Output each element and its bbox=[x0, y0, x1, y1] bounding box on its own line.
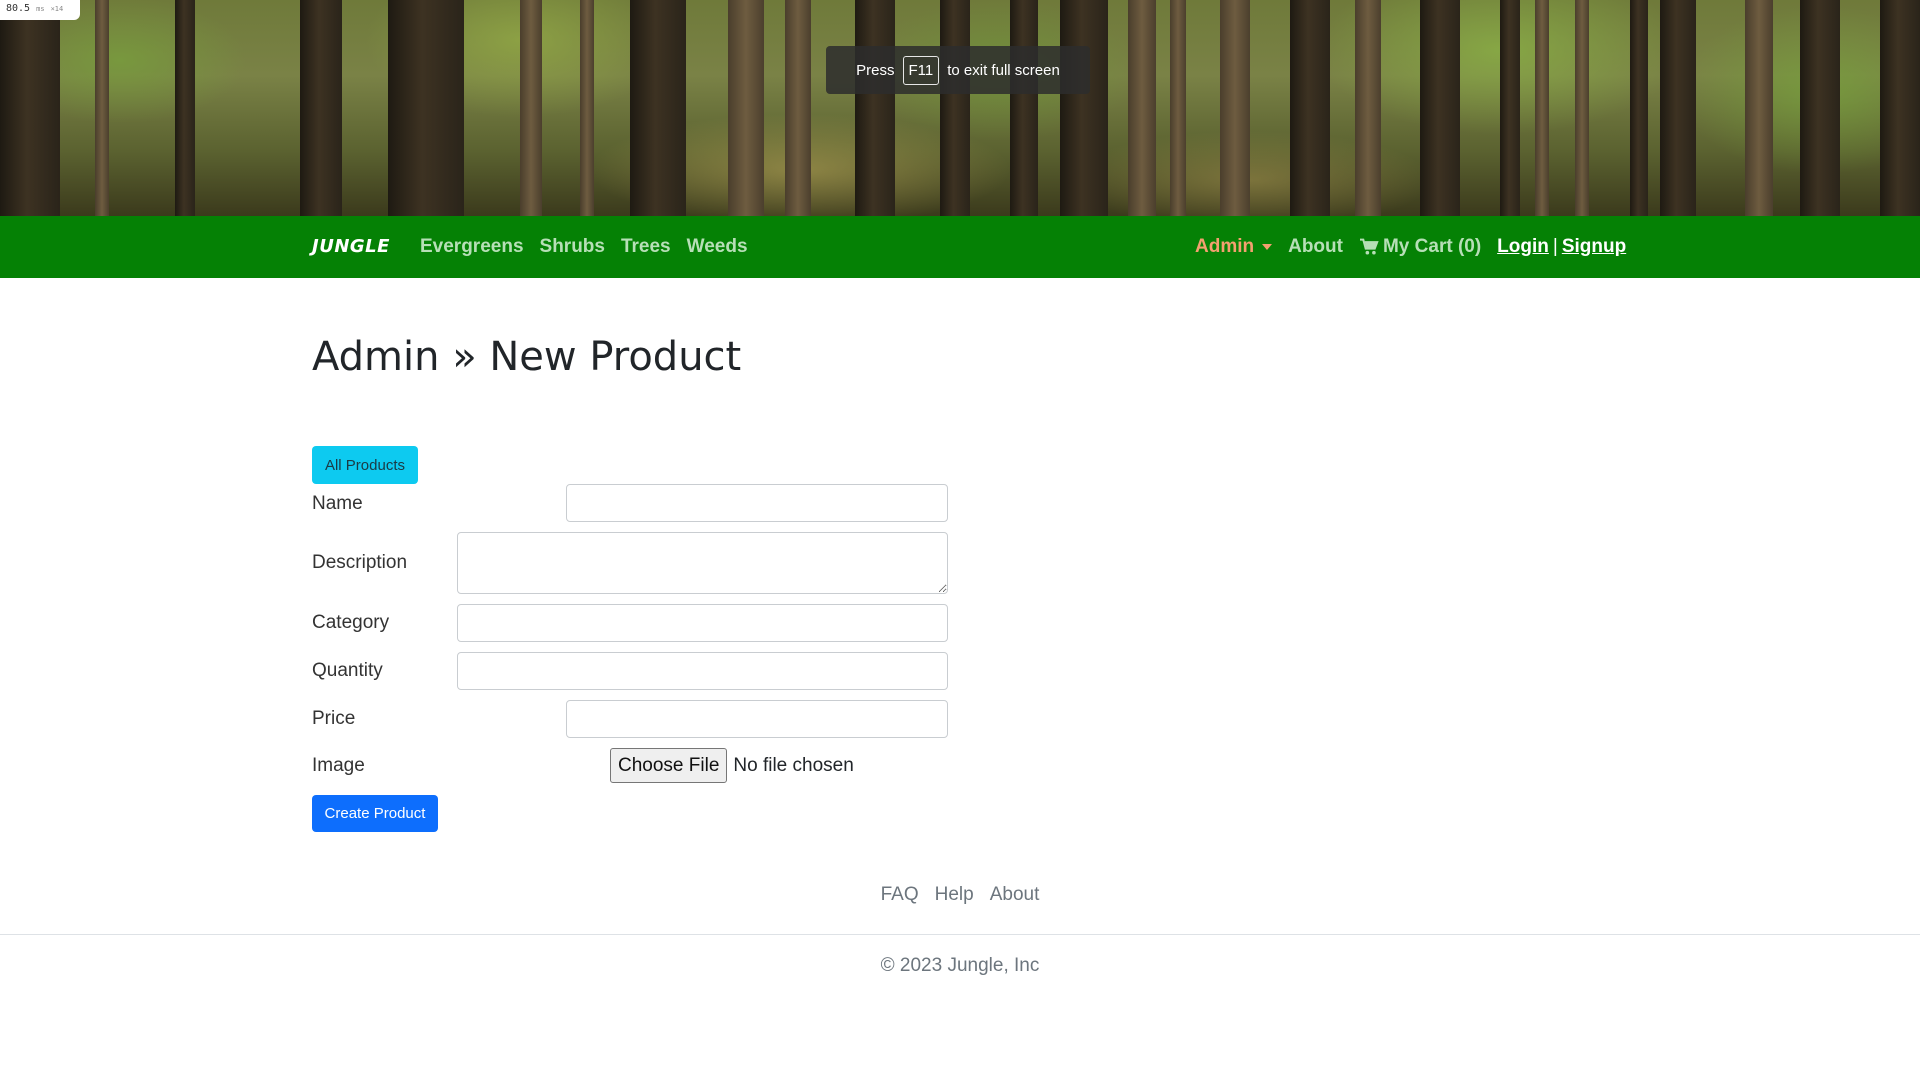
price-label: Price bbox=[312, 708, 356, 729]
timing-value: 80.5 bbox=[6, 3, 31, 14]
quantity-field[interactable] bbox=[457, 652, 948, 690]
fullscreen-press-text: Press bbox=[856, 61, 895, 79]
user-nav: Admin About My Cart (0) Login | Signup bbox=[1195, 236, 1626, 258]
shopping-cart-icon bbox=[1359, 238, 1379, 255]
login-link[interactable]: Login bbox=[1497, 236, 1549, 258]
auth-separator: | bbox=[1552, 236, 1558, 257]
fullscreen-notice: Press F11 to exit full screen bbox=[826, 46, 1090, 94]
all-products-button[interactable]: All Products bbox=[312, 446, 418, 484]
fullscreen-rest-text: to exit full screen bbox=[947, 61, 1060, 79]
footer-link-faq[interactable]: FAQ bbox=[881, 884, 919, 906]
nav-link-trees[interactable]: Trees bbox=[621, 236, 671, 258]
footer-link-about[interactable]: About bbox=[990, 884, 1040, 906]
nav-link-weeds[interactable]: Weeds bbox=[687, 236, 748, 258]
timing-unit: ms bbox=[36, 5, 45, 13]
nav-link-about[interactable]: About bbox=[1288, 236, 1343, 258]
image-label: Image bbox=[312, 755, 365, 776]
category-field[interactable] bbox=[457, 604, 948, 642]
image-file-input: Choose File No file chosen bbox=[610, 748, 854, 783]
admin-label: Admin bbox=[1195, 236, 1255, 257]
choose-file-button[interactable]: Choose File bbox=[610, 748, 728, 783]
page-title: Admin » New Product bbox=[312, 334, 742, 380]
create-product-button[interactable]: Create Product bbox=[312, 795, 438, 832]
hero-banner: Press F11 to exit full screen bbox=[0, 0, 1920, 216]
name-label: Name bbox=[312, 493, 363, 514]
description-field[interactable] bbox=[457, 532, 948, 594]
f11-key: F11 bbox=[902, 55, 940, 85]
category-nav: Evergreens Shrubs Trees Weeds bbox=[420, 236, 748, 258]
footer-link-help[interactable]: Help bbox=[935, 884, 974, 906]
admin-dropdown[interactable]: Admin bbox=[1195, 236, 1273, 258]
nav-link-shrubs[interactable]: Shrubs bbox=[540, 236, 605, 258]
main-navbar: JUNGLE Evergreens Shrubs Trees Weeds Adm… bbox=[0, 216, 1920, 278]
caret-down-icon bbox=[1262, 244, 1273, 250]
nav-link-evergreens[interactable]: Evergreens bbox=[420, 236, 524, 258]
footer-links: FAQ Help About bbox=[0, 884, 1920, 906]
price-field[interactable] bbox=[566, 700, 948, 738]
signup-link[interactable]: Signup bbox=[1562, 236, 1626, 258]
timing-count: ×14 bbox=[50, 5, 64, 13]
brand-logo[interactable]: JUNGLE bbox=[312, 236, 390, 257]
quantity-label: Quantity bbox=[312, 660, 383, 681]
name-field[interactable] bbox=[566, 484, 948, 522]
footer-divider bbox=[0, 934, 1920, 935]
copyright-text: © 2023 Jungle, Inc bbox=[880, 955, 1040, 976]
cart-label: My Cart (0) bbox=[1382, 236, 1482, 257]
auth-links: Login | Signup bbox=[1497, 236, 1626, 258]
file-status-text: No file chosen bbox=[733, 754, 854, 776]
description-label: Description bbox=[312, 552, 408, 573]
my-cart-link[interactable]: My Cart (0) bbox=[1359, 236, 1481, 258]
timing-badge: 80.5 ms ×14 bbox=[0, 0, 80, 20]
category-label: Category bbox=[312, 612, 390, 633]
